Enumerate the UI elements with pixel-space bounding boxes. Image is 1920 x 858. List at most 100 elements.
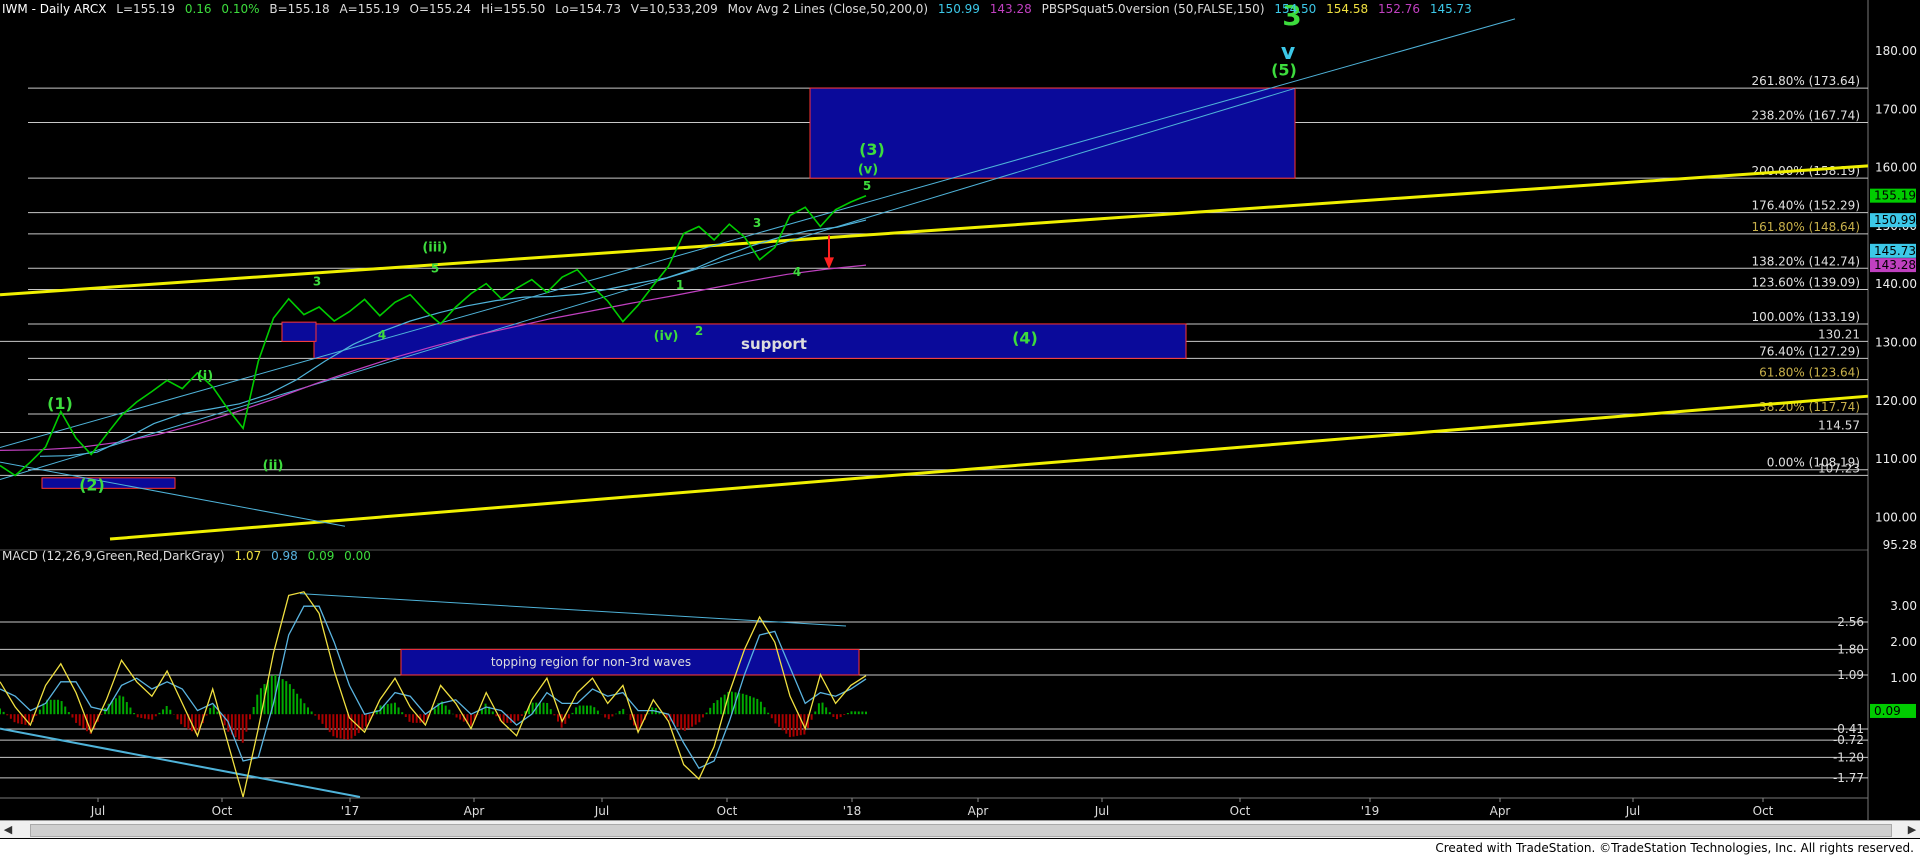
time-tick-label: Apr [968,804,989,818]
macd-level-label: -0.72 [1833,733,1864,747]
wave-label: v [1281,40,1296,65]
change-percent: 0.10% [221,2,260,16]
fib-label: 161.80% (148.64) [1751,220,1860,234]
wave-label: (iii) [422,241,447,256]
time-tick-label: Jul [594,804,609,818]
time-tick-label: Jul [1625,804,1640,818]
price-tick-label: 130.00 [1875,336,1917,350]
chart-canvas[interactable]: 261.80% (173.64)238.20% (167.74)200.00% … [0,0,1920,820]
pbs3-value: 152.76 [1377,2,1420,16]
price-tag-label: 145.73 [1874,244,1916,258]
channel-line [0,18,1516,448]
wave-label: 5 [863,179,871,193]
low-box [41,477,176,489]
price-tick-label: 100.00 [1875,510,1917,524]
macd-level-label: 2.56 [1837,615,1864,629]
fib-label: 123.60% (139.09) [1751,276,1860,290]
wave-label: 1 [676,278,684,292]
ma1-value: 150.99 [937,2,980,16]
price-tag-label: 150.99 [1874,213,1916,227]
scroll-right-arrow-icon[interactable]: ▶ [1904,822,1920,837]
scroll-thumb[interactable] [30,824,1892,837]
time-tick-label: '17 [341,804,360,818]
price-tick-label: 140.00 [1875,277,1917,291]
low-price: Lo=154.73 [555,2,621,16]
wave-label: (iv) [654,329,679,344]
macd-level-label: 1.80 [1837,642,1864,656]
wave-label: (1) [47,394,73,413]
time-tick-label: Oct [1230,804,1251,818]
time-tick-label: Jul [90,804,105,818]
time-tick-label: '19 [1361,804,1380,818]
volume-value: V=10,533,209 [630,2,718,16]
wave-label: (i) [197,369,213,384]
macd-trend-line [299,593,847,627]
macd-trend-line [0,727,361,798]
small-box [281,321,317,342]
trend-line-upper [0,164,1869,297]
bid-price: B=155.18 [269,2,330,16]
macd-zero-value: 0.00 [344,549,371,563]
time-tick-label: Oct [717,804,738,818]
price-tick-label: 180.00 [1875,44,1917,58]
price-tag-label: 155.19 [1874,189,1916,203]
fib-label: 138.20% (142.74) [1751,254,1860,268]
macd-signal-line [0,605,867,770]
wave-label: 3 [753,216,761,230]
pbs2-value: 154.58 [1326,2,1369,16]
fib-label: 238.20% (167.74) [1751,108,1860,122]
macd-tick-label: 3.00 [1890,599,1917,613]
trend-line-lower [109,394,1869,541]
macd-level-label: -1.77 [1833,771,1864,785]
wave-label: 3 [313,274,321,288]
scroll-left-arrow-icon[interactable]: ◀ [0,822,16,837]
pbs-study-label: PBSPSquat5.0version (50,FALSE,150) [1041,2,1265,16]
level-label: 114.57 [1818,419,1860,433]
footer-copyright: Created with TradeStation. ©TradeStation… [0,839,1920,858]
wave-label: (v) [858,162,878,177]
last-price: L=155.19 [116,2,176,16]
macd-hist-value: 0.09 [307,549,335,563]
level-label: 130.21 [1818,327,1860,341]
wave-label: 2 [695,324,703,338]
channel-line [0,87,1296,481]
fib-label: 100.00% (133.19) [1751,310,1860,324]
time-tick-label: '18 [843,804,862,818]
price-study-header: IWM - Daily ARCX L=155.19 0.16 0.10% B=1… [2,2,1478,16]
time-tick-label: Oct [1753,804,1774,818]
time-tick-label: Apr [464,804,485,818]
price-tick-label: 95.28 [1883,538,1917,552]
support-label: support [741,335,807,353]
wave-label: (ii) [263,459,284,474]
price-tag-label: 143.28 [1874,258,1916,272]
fib-label: 176.40% (152.29) [1751,199,1860,213]
wave-label: (4) [1012,329,1038,348]
wave-label: 5 [431,262,439,276]
ma-study-label: Mov Avg 2 Lines (Close,50,200,0) [727,2,929,16]
time-tick-label: Jul [1094,804,1109,818]
level-label: 107.23 [1818,461,1860,475]
price-tick-label: 160.00 [1875,161,1917,175]
fib-label: 76.40% (127.29) [1759,344,1860,358]
pbs4-value: 145.73 [1429,2,1472,16]
macd-level-label: 1.09 [1837,668,1864,682]
time-tick-label: Oct [212,804,233,818]
symbol-label: IWM - Daily ARCX [2,2,107,16]
fib-label: 61.80% (123.64) [1759,366,1860,380]
horizontal-scrollbar[interactable]: ◀ ▶ [0,820,1920,838]
footer-text: Created with TradeStation. ©TradeStation… [1435,841,1914,855]
ma2-value: 143.28 [989,2,1032,16]
pbs1-value: 154.50 [1274,2,1317,16]
wave-label: 4 [378,328,386,342]
topping-region-label: topping region for non-3rd waves [491,655,691,669]
price-tick-label: 170.00 [1875,102,1917,116]
macd-signal-value: 0.98 [271,549,298,563]
fib-label: 261.80% (173.64) [1751,74,1860,88]
macd-tick-label: 1.00 [1890,671,1917,685]
price-tick-label: 110.00 [1875,452,1917,466]
macd-study-header: MACD (12,26,9,Green,Red,DarkGray) 1.07 0… [2,549,377,563]
channel-line [0,461,346,527]
macd-value: 1.07 [234,549,262,563]
wave-label: (2) [79,476,105,495]
macd-level-label: -1.20 [1833,750,1864,764]
